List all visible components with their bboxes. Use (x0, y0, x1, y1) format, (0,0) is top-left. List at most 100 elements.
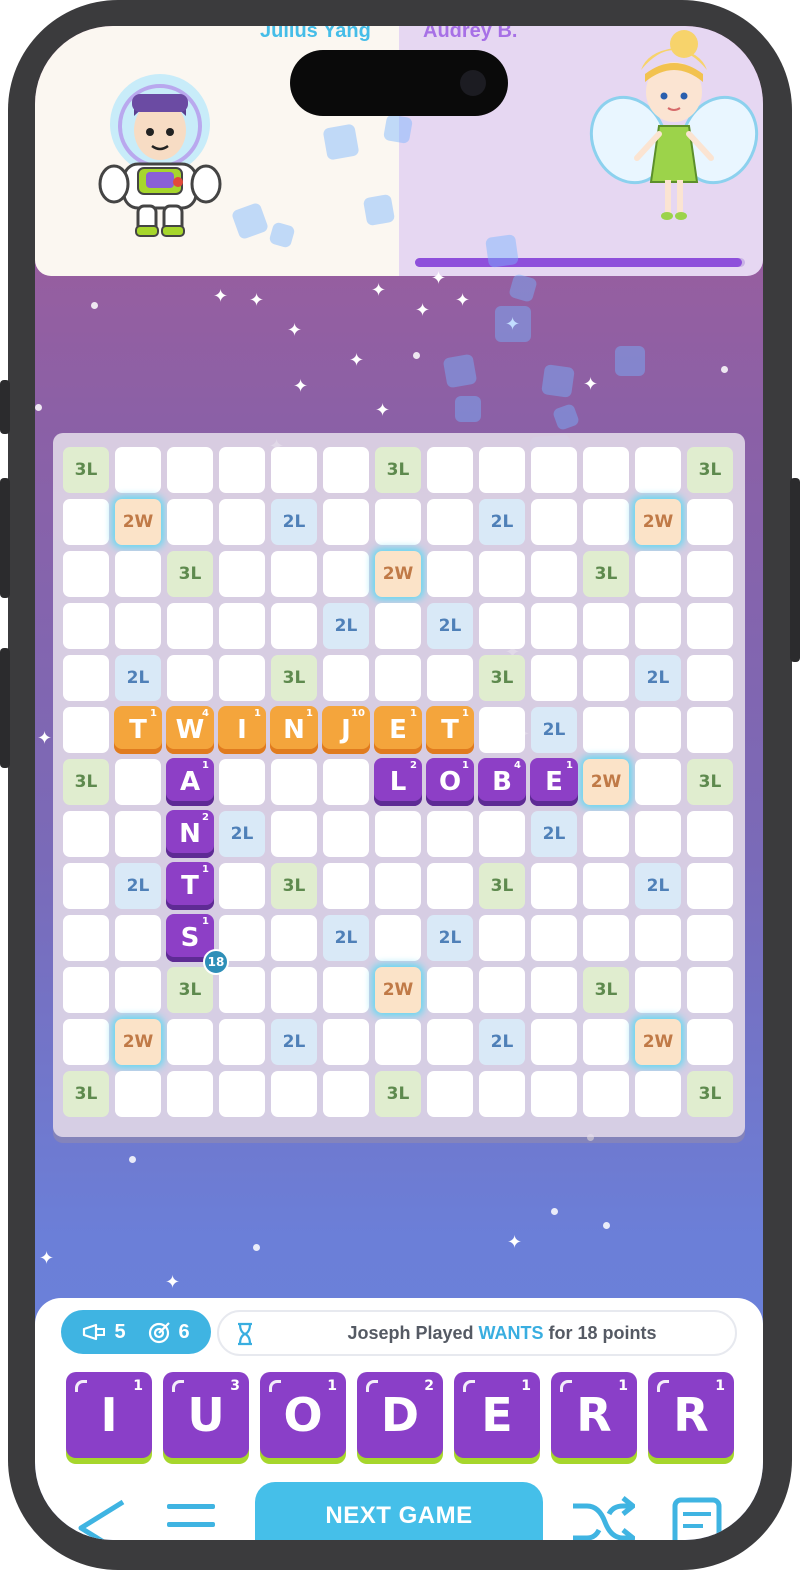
board-cell[interactable] (583, 811, 629, 857)
board-cell[interactable] (427, 551, 473, 597)
back-icon[interactable] (65, 1494, 125, 1540)
premium-square-3l[interactable]: 3L (271, 863, 317, 909)
premium-square-3l[interactable]: 3L (687, 1071, 733, 1117)
board-cell[interactable] (531, 863, 577, 909)
premium-square-2l[interactable]: 2L (635, 863, 681, 909)
premium-square-2w[interactable]: 2W (115, 1019, 161, 1065)
board-cell[interactable] (479, 1071, 525, 1117)
board-cell[interactable] (323, 811, 369, 857)
premium-square-2w[interactable]: 2W (635, 1019, 681, 1065)
board-cell[interactable] (167, 655, 213, 701)
rack-tile[interactable]: O1 (260, 1372, 346, 1458)
premium-square-3l[interactable]: 3L (271, 655, 317, 701)
board-cell[interactable] (115, 967, 161, 1013)
board-cell[interactable] (687, 863, 733, 909)
board-cell[interactable] (115, 759, 161, 805)
board-cell[interactable] (687, 551, 733, 597)
board-cell[interactable] (271, 967, 317, 1013)
board-cell[interactable] (583, 447, 629, 493)
board-cell[interactable] (323, 967, 369, 1013)
board-cell[interactable] (687, 1019, 733, 1065)
board-cell[interactable] (63, 603, 109, 649)
board-cell[interactable] (479, 811, 525, 857)
premium-square-2w[interactable]: 2W (375, 967, 421, 1013)
board-cell[interactable] (635, 811, 681, 857)
board-cell[interactable] (219, 863, 265, 909)
board-cell[interactable] (63, 707, 109, 753)
board-cell[interactable] (427, 863, 473, 909)
premium-square-2l[interactable]: 2L (115, 863, 161, 909)
board-cell[interactable] (583, 603, 629, 649)
board-cell[interactable] (271, 811, 317, 857)
board-cell[interactable] (687, 707, 733, 753)
menu-icon[interactable] (165, 1494, 219, 1540)
premium-square-3l[interactable]: 3L (63, 759, 109, 805)
board-cell[interactable] (63, 499, 109, 545)
board-cell[interactable] (219, 499, 265, 545)
premium-square-2l[interactable]: 2L (271, 499, 317, 545)
board-cell[interactable] (635, 447, 681, 493)
board-cell[interactable] (479, 603, 525, 649)
board-cell[interactable] (375, 1019, 421, 1065)
board-cell[interactable] (531, 915, 577, 961)
board-cell[interactable] (687, 967, 733, 1013)
board-cell[interactable] (427, 1071, 473, 1117)
premium-square-2l[interactable]: 2L (635, 655, 681, 701)
board-cell[interactable] (219, 551, 265, 597)
board-cell[interactable] (687, 603, 733, 649)
board-cell[interactable] (375, 499, 421, 545)
board-cell[interactable] (635, 551, 681, 597)
target-counter[interactable]: 6 (148, 1320, 190, 1344)
board-cell[interactable] (323, 863, 369, 909)
board-cell[interactable] (323, 551, 369, 597)
board-cell[interactable] (635, 967, 681, 1013)
board-cell[interactable] (323, 447, 369, 493)
board-cell[interactable] (63, 1019, 109, 1065)
board-cell[interactable] (427, 499, 473, 545)
premium-square-2w[interactable]: 2W (115, 499, 161, 545)
premium-square-2l[interactable]: 2L (427, 915, 473, 961)
board-cell[interactable] (63, 551, 109, 597)
board-cell[interactable] (635, 1071, 681, 1117)
premium-square-3l[interactable]: 3L (479, 863, 525, 909)
board-cell[interactable] (687, 655, 733, 701)
premium-square-2l[interactable]: 2L (271, 1019, 317, 1065)
premium-square-3l[interactable]: 3L (583, 967, 629, 1013)
premium-square-3l[interactable]: 3L (375, 447, 421, 493)
notes-icon[interactable] (671, 1494, 731, 1540)
board-cell[interactable] (271, 1071, 317, 1117)
board-cell[interactable] (427, 447, 473, 493)
premium-square-3l[interactable]: 3L (63, 1071, 109, 1117)
megaphone-counter[interactable]: 5 (82, 1321, 126, 1344)
premium-square-2l[interactable]: 2L (531, 707, 577, 753)
board-cell[interactable] (167, 499, 213, 545)
board-cell[interactable] (687, 915, 733, 961)
board-cell[interactable] (635, 603, 681, 649)
rack-tile[interactable]: R1 (648, 1372, 734, 1458)
rack-tile[interactable]: I1 (66, 1372, 152, 1458)
board-cell[interactable] (375, 655, 421, 701)
board-cell[interactable] (531, 603, 577, 649)
board-cell[interactable] (479, 967, 525, 1013)
board-cell[interactable] (167, 1019, 213, 1065)
rack-tile[interactable]: R1 (551, 1372, 637, 1458)
premium-square-2l[interactable]: 2L (323, 915, 369, 961)
shuffle-icon[interactable] (571, 1494, 635, 1540)
board-cell[interactable] (219, 1019, 265, 1065)
board-cell[interactable] (63, 915, 109, 961)
board-cell[interactable] (323, 759, 369, 805)
board-cell[interactable] (115, 603, 161, 649)
premium-square-3l[interactable]: 3L (583, 551, 629, 597)
board-cell[interactable] (583, 707, 629, 753)
board-cell[interactable] (219, 967, 265, 1013)
premium-square-2w[interactable]: 2W (375, 551, 421, 597)
board-cell[interactable] (271, 759, 317, 805)
board-cell[interactable] (219, 603, 265, 649)
board-cell[interactable] (167, 447, 213, 493)
board-cell[interactable] (427, 967, 473, 1013)
board-cell[interactable] (115, 1071, 161, 1117)
board-cell[interactable] (219, 759, 265, 805)
board-cell[interactable] (219, 1071, 265, 1117)
board-cell[interactable] (635, 707, 681, 753)
rack-tile[interactable]: E1 (454, 1372, 540, 1458)
